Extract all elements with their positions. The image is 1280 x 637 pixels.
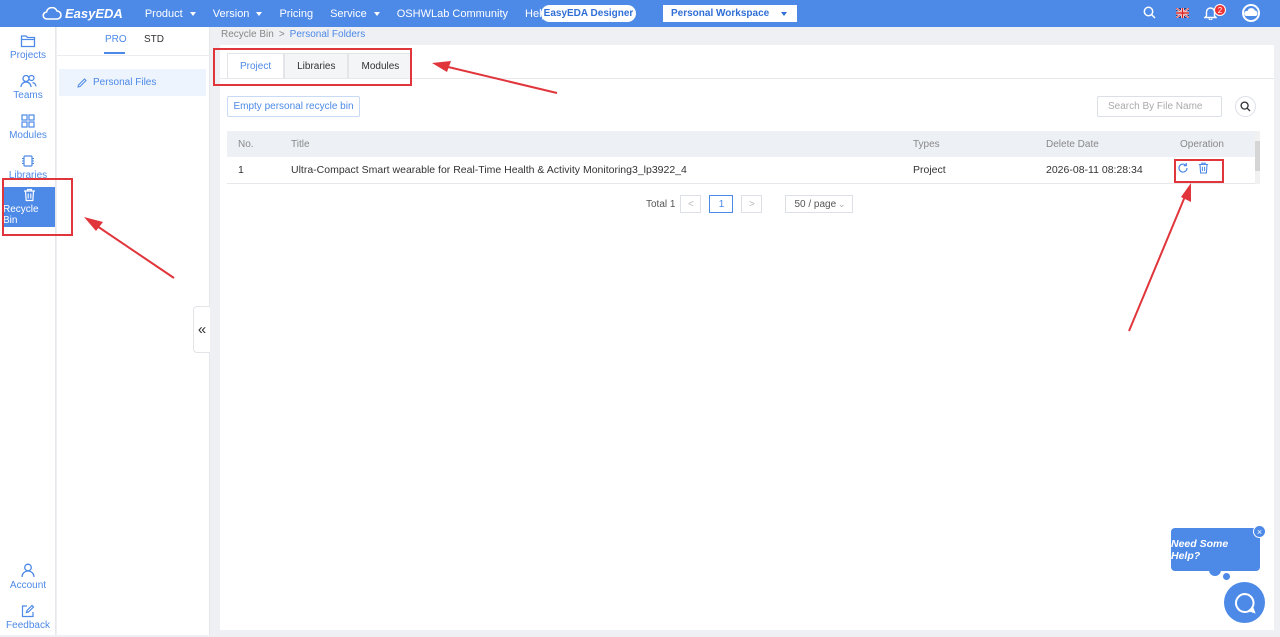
nav-version-label: Version xyxy=(212,7,250,20)
sidebar-item-projects[interactable]: Projects xyxy=(0,27,56,67)
column-no: No. xyxy=(238,138,254,150)
edit-icon xyxy=(21,604,35,617)
highlight-operations xyxy=(1174,159,1224,183)
sidebar-item-label: Modules xyxy=(9,129,47,141)
nav-version[interactable]: Version xyxy=(213,8,263,20)
folder-icon xyxy=(20,34,36,47)
nav-product-label: Product xyxy=(144,7,183,20)
teams-icon xyxy=(19,74,37,87)
search-icon xyxy=(1240,101,1251,112)
sidebar-item-label: Feedback xyxy=(6,619,50,631)
empty-recycle-bin-button[interactable]: Empty personal recycle bin xyxy=(227,96,360,117)
tab-std[interactable]: STD xyxy=(144,34,164,45)
highlight-tabs xyxy=(213,48,412,86)
user-avatar-icon[interactable] xyxy=(1241,3,1261,23)
user-icon xyxy=(21,563,35,578)
sidebar-item-modules[interactable]: Modules xyxy=(0,107,56,147)
easyeda-designer-button[interactable]: EasyEDA Designer xyxy=(541,5,636,22)
nav-pricing-label: Pricing xyxy=(279,7,314,20)
help-bubble[interactable]: Need Some Help? xyxy=(1171,528,1260,571)
easyeda-logo[interactable]: EasyEDA xyxy=(42,6,123,21)
sidebar-item-label: Account xyxy=(9,580,47,591)
sidebar-item-feedback[interactable]: Feedback xyxy=(0,597,56,637)
divider xyxy=(57,55,210,56)
pagination: Total 1 < 1 > 50 / page ⌄ xyxy=(646,195,854,213)
nav-service-label: Service xyxy=(330,7,367,20)
active-tab-indicator xyxy=(104,52,125,54)
workspace-select-value: Personal Workspace xyxy=(671,8,770,19)
highlight-recycle-bin xyxy=(2,178,73,236)
sidebar-item-label: Teams xyxy=(13,89,43,101)
chevron-down-icon xyxy=(256,11,263,16)
notification-badge: 2 xyxy=(1214,4,1226,16)
pencil-icon xyxy=(77,77,87,88)
nav-oshwlab-label: OSHWLab Community xyxy=(396,7,509,20)
chat-icon xyxy=(1234,592,1256,614)
deleted-files-table: No. Title Types Delete Date Operation 1 … xyxy=(227,131,1260,184)
main-nav: Product Version Pricing Service OSHWLab … xyxy=(145,8,578,20)
workspace-select[interactable]: Personal Workspace xyxy=(663,5,797,22)
collapse-panel-button[interactable]: « xyxy=(193,306,210,353)
cloud-logo-icon xyxy=(42,7,62,20)
sidebar-item-account[interactable]: Account xyxy=(0,557,56,597)
page-size-select[interactable]: 50 / page ⌄ xyxy=(785,195,854,213)
left-sidebar: Projects Teams Modules Libraries Recycle… xyxy=(0,27,56,635)
breadcrumb-current: Personal Folders xyxy=(289,29,366,40)
nav-service[interactable]: Service xyxy=(330,8,380,20)
search-icon[interactable] xyxy=(1143,6,1156,19)
nav-product[interactable]: Product xyxy=(145,8,196,20)
file-tree-panel: PRO STD Personal Files xyxy=(57,27,210,635)
close-icon[interactable]: × xyxy=(1253,525,1266,538)
recycle-bin-content: Project Libraries Modules Empty personal… xyxy=(220,45,1274,630)
row-no: 1 xyxy=(238,164,244,176)
nav-oshwlab[interactable]: OSHWLab Community xyxy=(397,8,508,20)
column-delete-date: Delete Date xyxy=(1046,138,1099,150)
language-flag-icon[interactable] xyxy=(1176,8,1189,18)
search-input[interactable]: Search By File Name xyxy=(1097,96,1222,117)
column-title: Title xyxy=(291,138,310,150)
search-button[interactable] xyxy=(1235,96,1256,117)
chevron-down-icon xyxy=(189,11,196,16)
breadcrumb-separator: > xyxy=(278,29,285,40)
logo-text: EasyEDA xyxy=(65,6,123,21)
sidebar-item-label: Projects xyxy=(9,49,47,61)
table-row: 1 Ultra-Compact Smart wearable for Real-… xyxy=(227,157,1260,184)
breadcrumb-root[interactable]: Recycle Bin xyxy=(221,29,274,40)
personal-files-label: Personal Files xyxy=(93,77,157,88)
row-title: Ultra-Compact Smart wearable for Real-Ti… xyxy=(291,164,687,176)
top-navigation-bar: EasyEDA Product Version Pricing Service … xyxy=(0,0,1280,27)
column-operation: Operation xyxy=(1180,138,1224,150)
table-scrollbar[interactable] xyxy=(1255,131,1260,184)
scrollbar-thumb[interactable] xyxy=(1255,141,1260,171)
nav-pricing[interactable]: Pricing xyxy=(279,8,313,20)
chip-icon xyxy=(22,154,34,167)
table-header: No. Title Types Delete Date Operation xyxy=(227,131,1260,157)
chevron-down-icon xyxy=(781,12,787,16)
breadcrumb: Recycle Bin > Personal Folders xyxy=(221,29,365,40)
chevron-down-icon: ⌄ xyxy=(837,199,846,209)
personal-files-item[interactable]: Personal Files xyxy=(59,69,206,96)
bubble-dot xyxy=(1223,573,1230,580)
chat-button[interactable] xyxy=(1224,582,1265,623)
chevron-down-icon xyxy=(373,11,380,16)
sidebar-item-teams[interactable]: Teams xyxy=(0,67,56,107)
pagination-total: Total 1 xyxy=(646,198,676,210)
page-size-value: 50 / page xyxy=(794,198,837,210)
modules-icon xyxy=(21,113,35,128)
page-number-1[interactable]: 1 xyxy=(709,195,734,213)
row-delete-date: 2026-08-11 08:28:34 xyxy=(1046,164,1143,176)
next-page-button[interactable]: > xyxy=(741,195,763,213)
prev-page-button[interactable]: < xyxy=(680,195,702,213)
tab-pro[interactable]: PRO xyxy=(105,34,127,45)
row-type: Project xyxy=(913,164,946,176)
column-types: Types xyxy=(913,138,940,150)
